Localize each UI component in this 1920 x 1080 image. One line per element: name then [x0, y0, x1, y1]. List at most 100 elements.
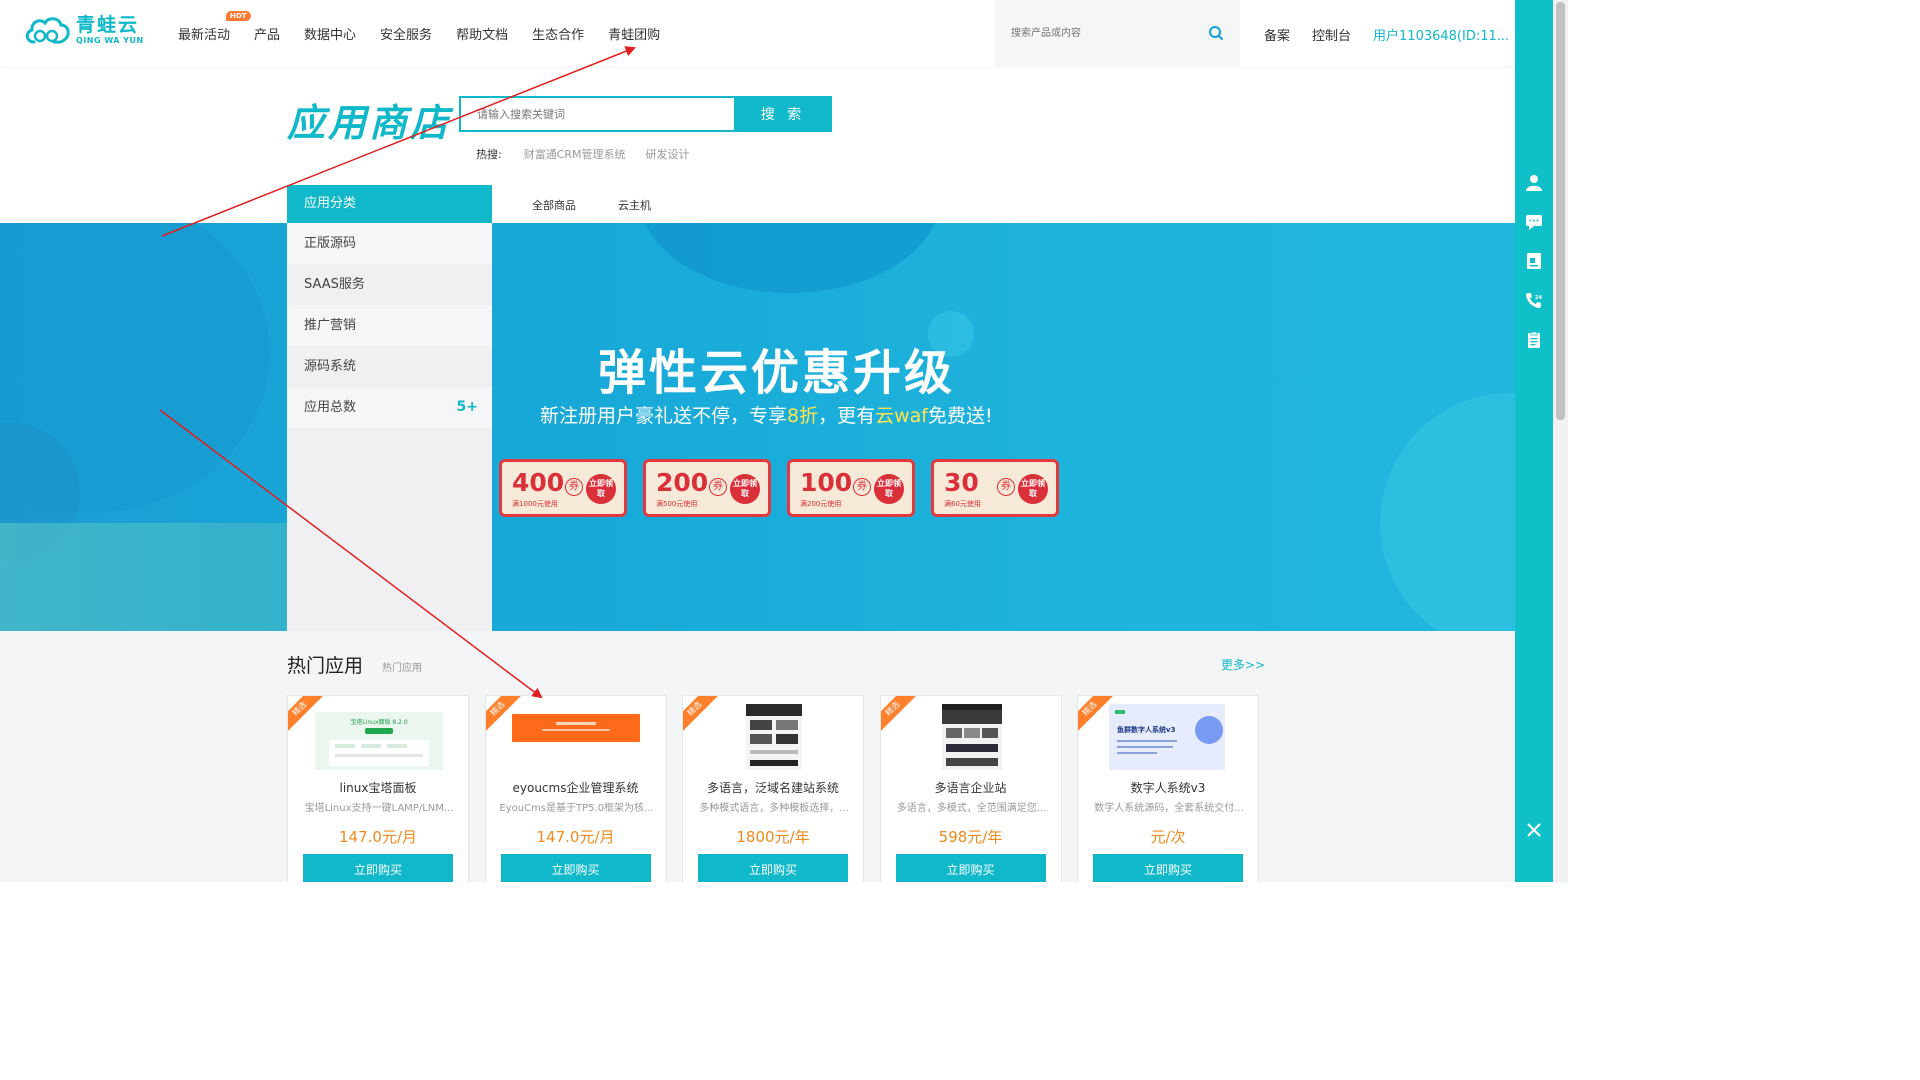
svg-text:24: 24	[1535, 295, 1542, 301]
user-icon[interactable]	[1525, 173, 1543, 191]
phone-24h-icon[interactable]: 24	[1525, 291, 1543, 309]
search-icon[interactable]	[1208, 25, 1224, 41]
buy-now-button[interactable]: 立即购买	[895, 854, 1046, 882]
app-desc: 多种模式语言，多种模板选择，...	[699, 803, 849, 814]
category-item-licensed-source[interactable]: 正版源码	[287, 223, 492, 264]
banner-sub-text: ，更有	[818, 405, 876, 427]
buy-now-button[interactable]: 立即购买	[303, 854, 453, 882]
app-price: 147.0元/月	[536, 828, 615, 846]
promo-banner[interactable]: 弹性云优惠升级 新注册用户豪礼送不停，专享8折，更有云waf免费送! 400 券…	[0, 223, 1515, 631]
hot-keyword-design[interactable]: 研发设计	[646, 146, 690, 162]
nav-latest-events-label: 最新活动	[178, 28, 231, 43]
coupon-100[interactable]: 100 券 满200元使用 立即领取	[787, 459, 915, 517]
nav-help-docs[interactable]: 帮助文档	[456, 24, 508, 43]
category-item-saas[interactable]: SAAS服务	[287, 264, 492, 305]
coupon-200[interactable]: 200 券 满500元使用 立即领取	[643, 459, 771, 517]
nav-data-center[interactable]: 数据中心	[304, 24, 356, 43]
coupon-row: 400 券 满1000元使用 立即领取 200 券 满500元使用 立即领取 1…	[499, 459, 1075, 517]
app-name: 数字人系统v3	[1130, 781, 1206, 795]
chat-icon[interactable]	[1525, 213, 1543, 231]
hot-apps-subtitle: 热门应用	[382, 663, 422, 674]
app-card[interactable]: 精选 多语言，泛域名建站系统 多种模式语言，多种模板选择，... 1800元/年…	[682, 695, 864, 882]
category-item-total[interactable]: 应用总数 5+	[287, 387, 492, 428]
buy-now-button[interactable]: 立即购买	[1093, 854, 1243, 882]
buy-now-button[interactable]: 立即购买	[500, 854, 651, 882]
coupon-amount: 30	[944, 468, 979, 497]
coupon-amount: 400	[512, 468, 565, 497]
product-tabs: 全部商品 云主机	[532, 197, 693, 213]
clipboard-icon[interactable]	[1525, 331, 1543, 349]
coupon-unit: 券	[565, 478, 583, 496]
app-card[interactable]: 精选 鱼群数字人系统v3 数字人系统v3 数字人系统源码，全套系统交付... 元…	[1077, 695, 1259, 882]
tab-cloud-host[interactable]: 云主机	[618, 197, 651, 213]
app-card[interactable]: 精选 宝塔Linux面板 8.2.0 linux宝塔面板 宝塔Linux支持一键…	[287, 695, 469, 882]
store-search-bar: 搜 索	[459, 96, 832, 132]
coupon-claim-button[interactable]: 立即领取	[874, 474, 904, 504]
top-search-box	[995, 0, 1240, 66]
category-item-label: 正版源码	[304, 236, 357, 251]
app-thumbnail	[941, 704, 1002, 770]
app-price: 147.0元/月	[339, 828, 417, 846]
coupon-claim-button[interactable]: 立即领取	[1018, 474, 1048, 504]
category-item-marketing[interactable]: 推广营销	[287, 305, 492, 346]
hot-search-label: 热搜:	[476, 148, 502, 161]
app-thumbnail	[746, 704, 802, 770]
app-thumbnail: 鱼群数字人系统v3	[1109, 704, 1225, 770]
document-icon[interactable]	[1525, 252, 1543, 270]
coupon-claim-button[interactable]: 立即领取	[586, 474, 616, 504]
console-link[interactable]: 控制台	[1312, 25, 1351, 44]
app-name: linux宝塔面板	[339, 781, 417, 795]
app-thumbnail: 宝塔Linux面板 8.2.0	[315, 704, 443, 770]
coupon-unit: 券	[853, 478, 871, 496]
app-price: 1800元/年	[736, 828, 810, 846]
nav-products[interactable]: 产品	[254, 24, 280, 43]
category-item-label: 推广营销	[304, 318, 357, 333]
top-search-input[interactable]	[1011, 22, 1201, 44]
logo[interactable]: 青蛙云 QING WA YUN	[24, 14, 144, 48]
coupon-condition: 满1000元使用	[512, 500, 558, 508]
app-card-list: 精选 宝塔Linux面板 8.2.0 linux宝塔面板 宝塔Linux支持一键…	[287, 695, 1275, 882]
category-count-badge: 5+	[456, 399, 478, 415]
category-item-label: 应用总数	[304, 400, 357, 415]
app-card[interactable]: 精选 多语言企业站 多语言，多模式，全范围满足您... 598元/年 立即购买	[879, 695, 1062, 882]
app-desc: 多语言，多模式，全范围满足您...	[896, 803, 1047, 814]
app-card[interactable]: 精选 eyoucms企业管理系统 EyouCms是基于TP5.0框架为核... …	[484, 695, 667, 882]
category-item-label: 源码系统	[304, 359, 357, 374]
app-thumbnail	[511, 704, 640, 770]
more-link[interactable]: 更多>>	[1221, 656, 1265, 673]
coupon-claim-button[interactable]: 立即领取	[730, 474, 760, 504]
cloud-logo-icon	[25, 17, 70, 44]
coupon-400[interactable]: 400 券 满1000元使用 立即领取	[499, 459, 627, 517]
nav-ecosystem[interactable]: 生态合作	[532, 24, 584, 43]
scrollbar-thumb[interactable]	[1556, 2, 1565, 420]
category-item-source-system[interactable]: 源码系统	[287, 346, 492, 387]
thumb-text: 宝塔Linux面板 8.2.0	[350, 718, 408, 726]
scrollbar[interactable]	[1553, 0, 1568, 882]
coupon-unit: 券	[997, 478, 1015, 496]
close-icon[interactable]	[1525, 821, 1543, 839]
coupon-amount: 200	[656, 468, 709, 497]
top-right-links: 备案 控制台 用户1103648(ID:11...	[1264, 25, 1509, 44]
banner-sub-text: 新注册用户豪礼送不停，专享	[540, 405, 788, 427]
store-search-input[interactable]	[459, 96, 734, 132]
nav-security[interactable]: 安全服务	[380, 24, 432, 43]
coupon-30[interactable]: 30 券 满60元使用 立即领取	[931, 459, 1059, 517]
app-name: 多语言企业站	[934, 781, 1007, 795]
category-list: 正版源码 SAAS服务 推广营销 源码系统 应用总数 5+	[287, 223, 492, 428]
coupon-condition: 满200元使用	[800, 500, 842, 508]
user-account-link[interactable]: 用户1103648(ID:11...	[1373, 25, 1509, 44]
buy-now-button[interactable]: 立即购买	[698, 854, 848, 882]
app-name: eyoucms企业管理系统	[512, 781, 639, 795]
app-price: 598元/年	[938, 828, 1003, 846]
hot-keyword-crm[interactable]: 财富通CRM管理系统	[524, 146, 626, 162]
tab-all-products[interactable]: 全部商品	[532, 197, 576, 213]
nav-group-buy[interactable]: 青蛙团购	[608, 24, 660, 43]
thumb-text: 鱼群数字人系统v3	[1117, 725, 1176, 734]
nav-latest-events[interactable]: 最新活动 HOT	[178, 11, 251, 43]
banner-waf: 云waf	[875, 405, 928, 427]
logo-en-text: QING WA YUN	[76, 36, 144, 45]
hot-apps-section: 热门应用 热门应用 更多>> 精选 宝塔Linux面板 8.2.0 linux宝	[0, 631, 1515, 882]
floating-side-bar: 24	[1515, 0, 1553, 882]
store-search-button[interactable]: 搜 索	[734, 96, 832, 132]
beian-link[interactable]: 备案	[1264, 25, 1290, 44]
